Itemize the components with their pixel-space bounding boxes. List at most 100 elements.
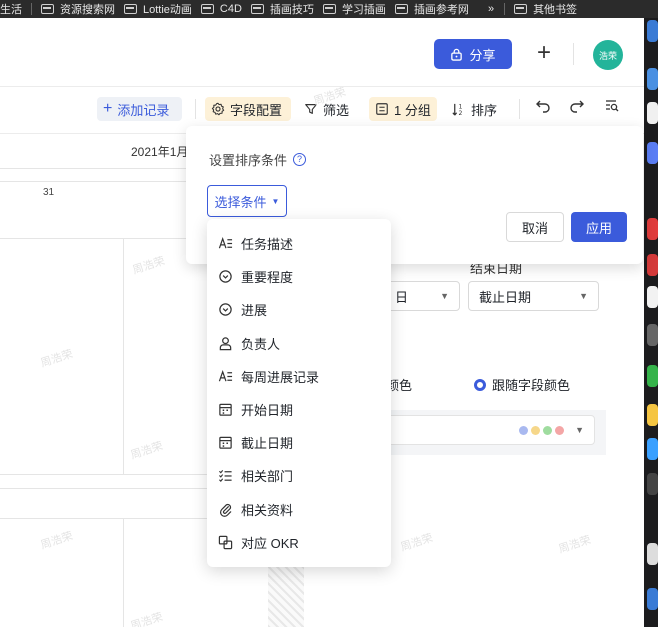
bookmark-label: C4D xyxy=(219,3,242,15)
app-icon[interactable] xyxy=(647,324,658,346)
watermark: 周浩荣 xyxy=(39,530,75,552)
condition-dropdown: 任务描述 重要程度 进展 负责人 每周进展记录 开始日期 截止日期 相关部门 相… xyxy=(207,219,391,567)
dropdown-item[interactable]: 每周进展记录 xyxy=(207,360,391,393)
dropdown-item[interactable]: 任务描述 xyxy=(207,227,391,260)
select-value: 日 xyxy=(395,289,409,305)
popover-title-text: 设置排序条件 xyxy=(209,153,288,168)
choose-condition-button[interactable]: 选择条件 ▼ xyxy=(207,185,287,217)
dropdown-item[interactable]: 相关部门 xyxy=(207,459,391,492)
cancel-button[interactable]: 取消 xyxy=(506,212,564,242)
dropdown-item[interactable]: 重要程度 xyxy=(207,260,391,293)
grid-line xyxy=(0,181,186,182)
search-icon[interactable] xyxy=(600,97,624,121)
add-button[interactable]: + xyxy=(531,40,557,68)
apply-button[interactable]: 应用 xyxy=(571,212,627,242)
folder-icon xyxy=(514,4,528,14)
color-dot xyxy=(531,425,541,435)
watermark: 周浩荣 xyxy=(39,348,75,370)
app-icon[interactable] xyxy=(647,438,658,460)
undo-icon[interactable] xyxy=(531,97,555,121)
app-icon[interactable] xyxy=(647,473,658,495)
bookmark-item[interactable]: Lottie动画 xyxy=(124,1,201,17)
person-icon xyxy=(217,335,233,351)
app-icon[interactable] xyxy=(647,588,658,610)
divider xyxy=(195,99,196,119)
sort-icon: 12 xyxy=(452,103,463,117)
lock-icon xyxy=(451,48,463,61)
bookmark-label: 学习插画 xyxy=(341,4,386,16)
choose-condition-label: 选择条件 xyxy=(214,194,267,210)
color-dot xyxy=(555,425,565,435)
dropdown-item-label: 负责人 xyxy=(241,336,281,352)
dock-strip xyxy=(644,18,658,627)
checklist-icon xyxy=(217,468,233,484)
dropdown-item-label: 重要程度 xyxy=(241,270,294,286)
bookmark-item[interactable]: 资源搜索网 xyxy=(41,1,124,17)
share-button[interactable]: 分享 xyxy=(434,39,512,69)
color-select[interactable]: ▼ xyxy=(384,415,595,445)
dropdown-item[interactable]: 相关资料 xyxy=(207,493,391,526)
dropdown-item[interactable]: 开始日期 xyxy=(207,393,391,426)
folder-icon xyxy=(200,4,214,14)
bookmark-item[interactable]: 生活 xyxy=(0,1,31,17)
bookmark-other[interactable]: 其他书签 xyxy=(514,1,586,17)
bookmark-separator xyxy=(31,3,32,15)
sort-button[interactable]: 12 排序 xyxy=(445,97,507,121)
hatched-area xyxy=(268,560,304,627)
field-config-button[interactable]: 字段配置 xyxy=(205,97,291,121)
color-dot xyxy=(543,425,553,435)
add-record-button[interactable]: + 添加记录 xyxy=(97,97,182,121)
bookmark-item[interactable]: 插画参考网 xyxy=(394,1,478,17)
dropdown-item-label: 开始日期 xyxy=(241,403,294,419)
dropdown-item[interactable]: 负责人 xyxy=(207,327,391,360)
gear-icon xyxy=(211,102,225,116)
app-icon[interactable] xyxy=(647,254,658,276)
folder-icon xyxy=(394,4,408,14)
bookmark-item[interactable]: C4D xyxy=(200,3,251,15)
group-icon xyxy=(376,103,388,115)
start-date-select[interactable]: 日 ▼ xyxy=(384,281,460,311)
bookmark-label: Lottie动画 xyxy=(143,4,192,16)
app-icon[interactable] xyxy=(647,20,658,42)
folder-icon xyxy=(250,4,264,14)
month-header: 2021年1月 xyxy=(131,145,189,159)
divider xyxy=(573,43,574,65)
share-label: 分享 xyxy=(469,47,496,63)
app-icon[interactable] xyxy=(647,286,658,308)
app-icon[interactable] xyxy=(647,68,658,90)
app-icon[interactable] xyxy=(647,404,658,426)
add-record-label: 添加记录 xyxy=(117,102,170,118)
caret-down-icon: ▼ xyxy=(440,291,449,301)
bookmark-item[interactable]: 插画技巧 xyxy=(250,1,323,17)
bookmark-label: 插画参考网 xyxy=(413,4,469,16)
bookmarks-bar: 生活 资源搜索网 Lottie动画 C4D 插画技巧 学习插画 插画参考网 » … xyxy=(0,0,658,18)
end-date-select[interactable]: 截止日期 ▼ xyxy=(468,281,599,311)
dropdown-item[interactable]: 进展 xyxy=(207,293,391,326)
app-icon[interactable] xyxy=(647,142,658,164)
bookmark-item[interactable]: 学习插画 xyxy=(322,1,395,17)
divider xyxy=(0,86,644,87)
caret-down-icon: ▼ xyxy=(579,291,588,301)
avatar[interactable]: 浩荣 xyxy=(593,40,623,70)
redo-icon[interactable] xyxy=(565,97,589,121)
attachment-icon xyxy=(217,501,233,517)
watermark: 周浩荣 xyxy=(557,534,593,556)
bookmark-label: 插画技巧 xyxy=(269,4,314,16)
select-value: 截止日期 xyxy=(479,289,532,305)
bookmarks-more-button[interactable]: » xyxy=(488,3,494,15)
follow-field-color-radio[interactable]: 跟随字段颜色 xyxy=(474,375,570,394)
radio-label: 跟随字段颜色 xyxy=(492,378,571,393)
dropdown-item-label: 相关资料 xyxy=(241,502,294,518)
caret-down-icon: ▼ xyxy=(575,425,584,435)
app-icon[interactable] xyxy=(647,365,658,387)
app-icon[interactable] xyxy=(647,218,658,240)
dropdown-item[interactable]: 截止日期 xyxy=(207,426,391,459)
app-icon[interactable] xyxy=(647,102,658,124)
dropdown-item-label: 任务描述 xyxy=(241,237,294,253)
help-icon[interactable]: ? xyxy=(293,153,307,166)
color-dot xyxy=(519,425,529,435)
dropdown-item-label: 截止日期 xyxy=(241,436,294,452)
app-icon[interactable] xyxy=(647,543,658,565)
group-button[interactable]: 1 分组 xyxy=(369,97,437,121)
dropdown-item[interactable]: 对应 OKR xyxy=(207,526,391,559)
